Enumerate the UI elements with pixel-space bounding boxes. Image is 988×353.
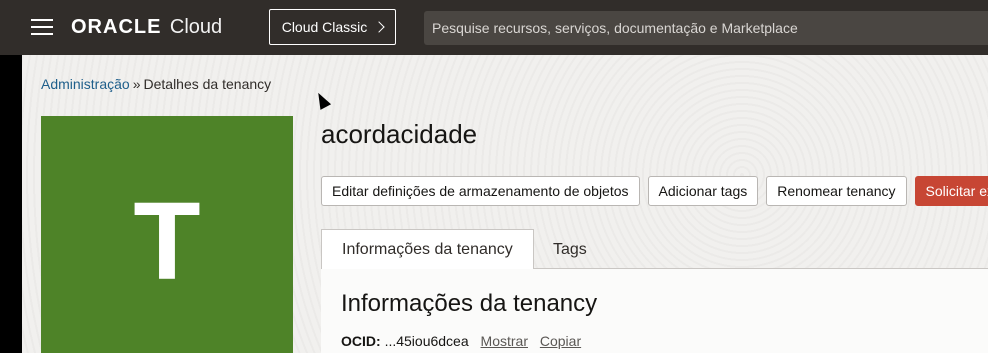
panel-title: Informações da tenancy [341,290,598,317]
tab-bar: Informações da tenancy Tags [321,229,988,270]
page-title: acordacidade [321,119,478,149]
brand-name: ORACLE [71,16,162,38]
product-name: Cloud [169,16,223,38]
breadcrumb: Administração» Detalhes da tenancy [41,76,271,92]
oracle-cloud-logo[interactable]: ORACLE Cloud [71,16,222,39]
menu-icon[interactable] [31,19,53,35]
tab-tags[interactable]: Tags [533,229,607,270]
request-button[interactable]: Solicitar ex [914,176,988,206]
show-ocid-link[interactable]: Mostrar [481,333,528,349]
action-buttons: Editar definições de armazenamento de ob… [321,176,988,206]
breadcrumb-separator: » [132,76,141,92]
copy-ocid-link[interactable]: Copiar [540,333,581,349]
tenancy-initial: T [133,179,201,303]
breadcrumb-current: Detalhes da tenancy [143,76,272,92]
tab-tenancy-information[interactable]: Informações da tenancy [321,229,534,270]
tenancy-avatar-tile: T [41,116,293,353]
cloud-classic-label: Cloud Classic [281,19,368,35]
top-navigation-bar: ORACLE Cloud Cloud Classic Pesquise recu… [0,0,988,55]
breadcrumb-administration-link[interactable]: Administração [41,76,130,92]
main-content: Administração» Detalhes da tenancy T acor… [22,55,988,353]
ocid-row: OCID: ...45iou6dcea Mostrar Copiar [341,333,581,349]
tenancy-information-panel: Informações da tenancy OCID: ...45iou6dc… [321,269,988,353]
edit-object-storage-settings-button[interactable]: Editar definições de armazenamento de ob… [321,176,640,206]
ocid-label: OCID: [341,333,381,349]
rename-tenancy-button[interactable]: Renomear tenancy [766,176,907,206]
add-tags-button[interactable]: Adicionar tags [647,176,759,206]
search-placeholder: Pesquise recursos, serviços, documentaçã… [432,20,798,36]
chevron-right-icon [373,21,385,33]
ocid-value: ...45iou6dcea [384,333,469,349]
search-input[interactable]: Pesquise recursos, serviços, documentaçã… [424,11,988,45]
cloud-classic-button[interactable]: Cloud Classic [269,9,396,45]
